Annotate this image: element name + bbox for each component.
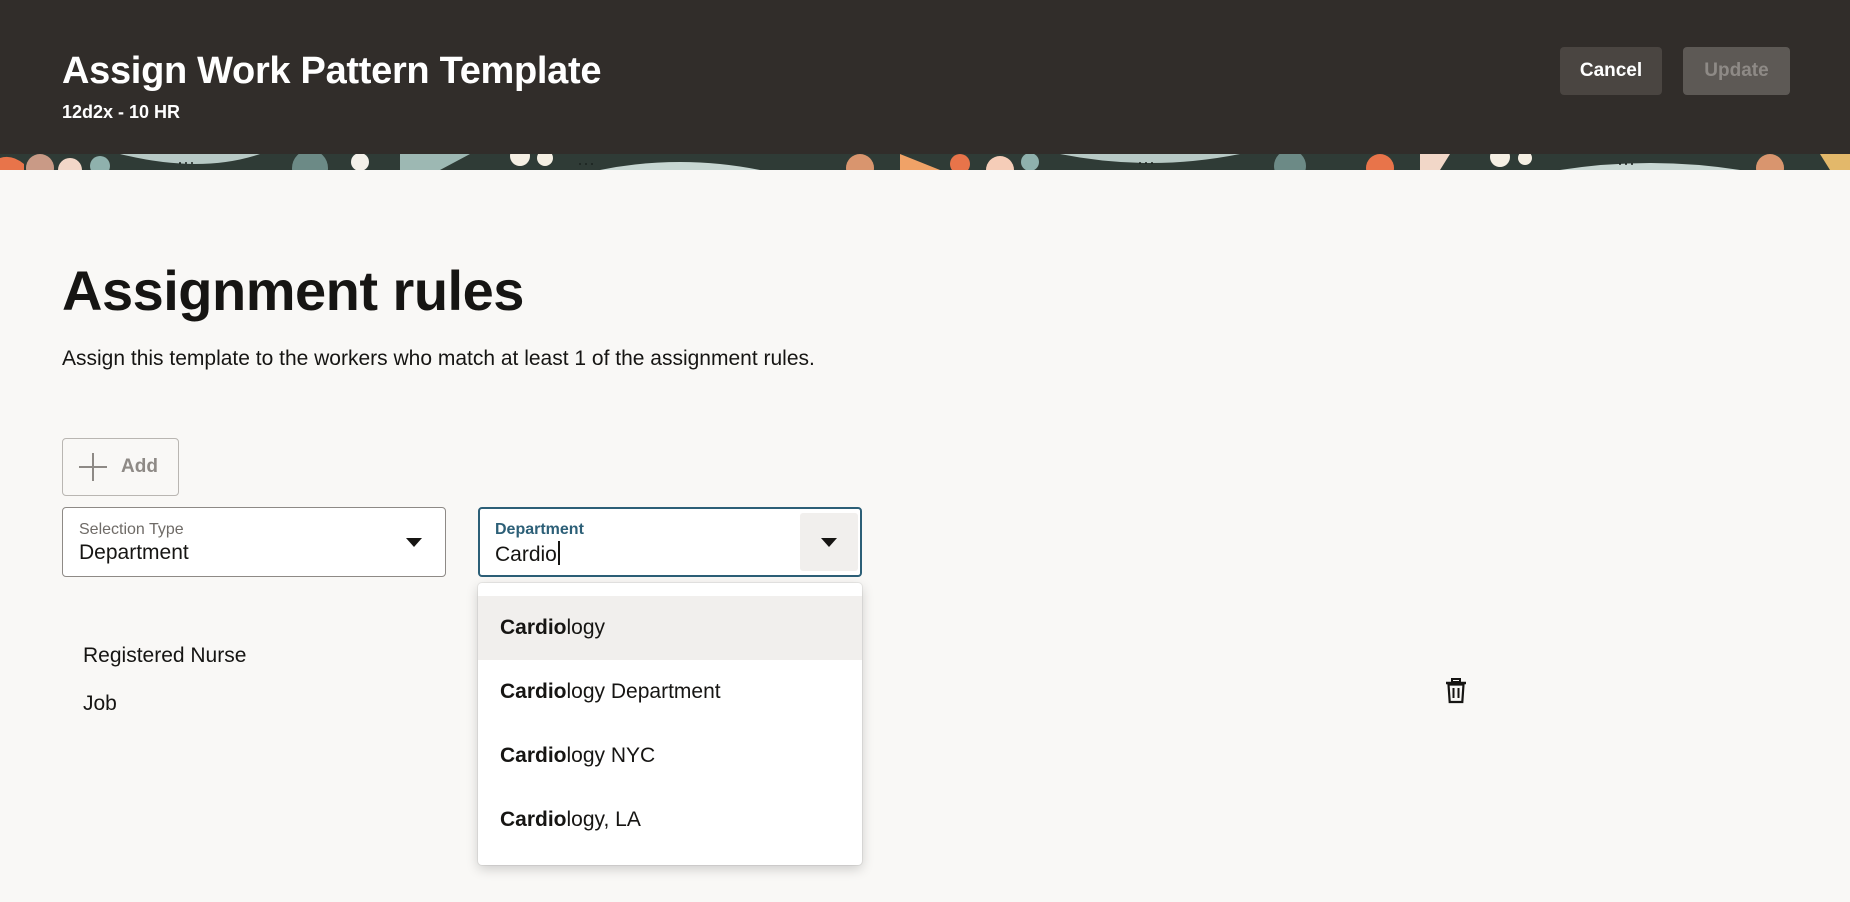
- suggestion-rest: logy: [566, 616, 606, 639]
- page-header-title: Assign Work Pattern Template: [62, 50, 602, 92]
- suggestion-option[interactable]: Cardio logy NYC: [478, 724, 862, 788]
- decorative-banner: [0, 154, 1850, 170]
- department-combobox[interactable]: Department Cardio: [478, 507, 862, 577]
- page-description: Assign this template to the workers who …: [62, 347, 815, 370]
- suggestion-option[interactable]: Cardio logy, LA: [478, 788, 862, 852]
- suggestion-option[interactable]: Cardio logy Department: [478, 660, 862, 724]
- page-title: Assignment rules: [62, 259, 524, 322]
- add-rule-label: Add: [121, 456, 158, 477]
- text-caret: [557, 541, 560, 565]
- trash-icon[interactable]: [1444, 678, 1468, 704]
- department-suggestions-list: Cardio logy Cardio logy Department Cardio l…: [478, 583, 862, 865]
- selection-type-select[interactable]: Selection Type Department: [62, 507, 446, 577]
- department-dropdown-button[interactable]: [800, 513, 858, 571]
- chevron-down-icon: [406, 538, 422, 547]
- suggestion-option[interactable]: Cardio logy: [478, 596, 862, 660]
- cancel-button[interactable]: Cancel: [1560, 47, 1662, 95]
- suggestion-rest: logy, LA: [566, 808, 641, 831]
- suggestion-rest: logy NYC: [566, 744, 656, 767]
- chevron-down-icon: [821, 538, 837, 547]
- rule-value: Registered Nurse: [83, 644, 247, 667]
- plus-icon: [79, 453, 107, 481]
- page-header: Assign Work Pattern Template 12d2x - 10 …: [0, 0, 1850, 154]
- suggestion-match: Cardio: [500, 680, 567, 703]
- department-input[interactable]: Cardio: [495, 541, 560, 567]
- update-button[interactable]: Update: [1683, 47, 1790, 95]
- suggestion-match: Cardio: [500, 744, 567, 767]
- suggestion-rest: logy Department: [566, 680, 721, 703]
- add-rule-button[interactable]: Add: [62, 438, 179, 496]
- suggestion-match: Cardio: [500, 616, 567, 639]
- department-label: Department: [495, 521, 584, 538]
- department-input-text: Cardio: [495, 543, 557, 566]
- rule-type: Job: [83, 692, 117, 715]
- selection-type-value: Department: [79, 541, 189, 564]
- selection-type-label: Selection Type: [79, 521, 184, 538]
- suggestion-match: Cardio: [500, 808, 567, 831]
- page-header-subtitle: 12d2x - 10 HR: [62, 102, 181, 122]
